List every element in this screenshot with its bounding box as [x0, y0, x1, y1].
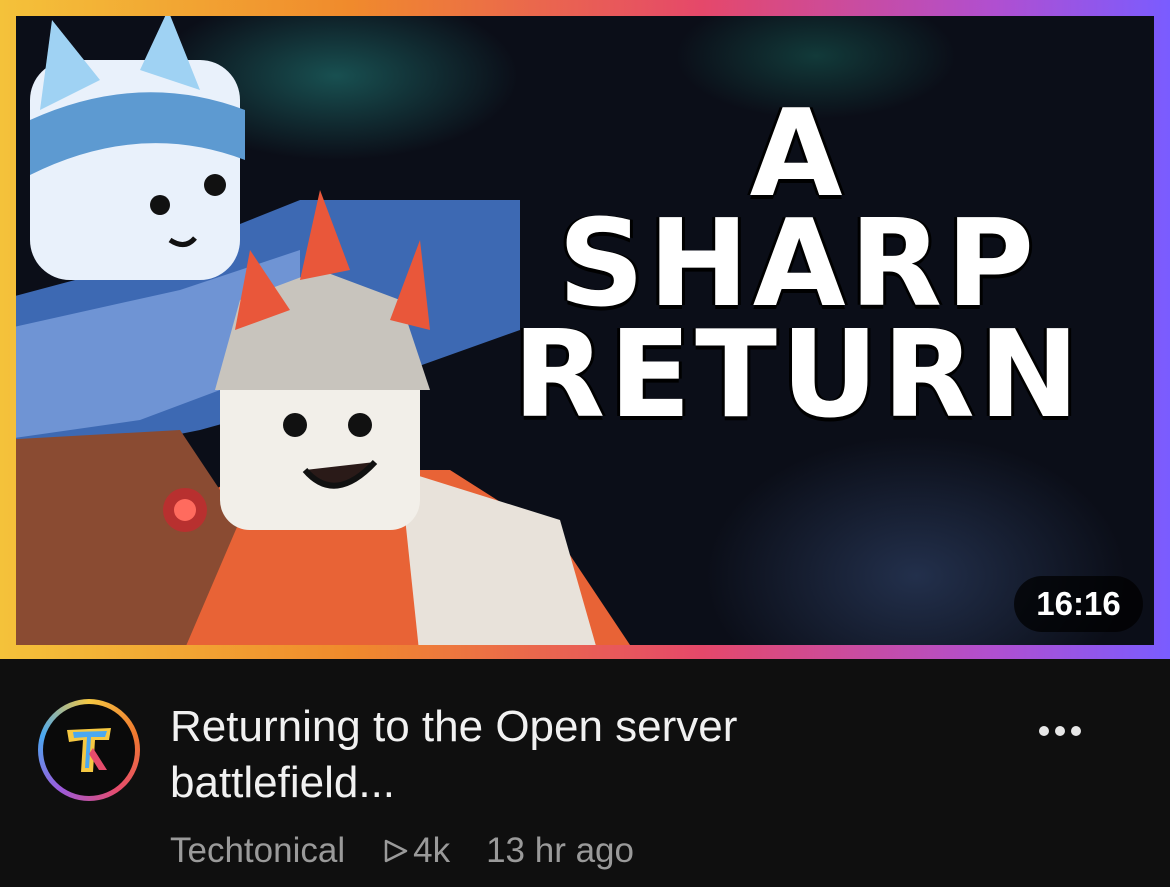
view-count: 4k [381, 831, 450, 871]
channel-logo-icon [67, 728, 111, 772]
thumbnail-headline-line: RETURN [512, 305, 1084, 445]
more-options-button[interactable] [1030, 711, 1090, 751]
duration-badge: 16:16 [1014, 576, 1143, 632]
more-options-icon [1071, 726, 1081, 736]
play-triangle-outline-icon [384, 839, 408, 863]
video-thumbnail[interactable]: A SHARP RETURN 16:16 [0, 0, 1170, 659]
thumbnail-image: A SHARP RETURN [16, 16, 1154, 645]
more-options-icon [1039, 726, 1049, 736]
video-info: Returning to the Open server battlefield… [0, 659, 1170, 887]
channel-name[interactable]: Techtonical [170, 831, 345, 871]
more-options-icon [1055, 726, 1065, 736]
video-metadata: Techtonical 4k 13 hr ago [170, 831, 634, 871]
video-title-line: battlefield... [170, 758, 396, 807]
thumbnail-headline-line: A [749, 85, 847, 224]
view-count-value: 4k [413, 831, 451, 870]
video-title[interactable]: Returning to the Open server battlefield… [170, 699, 930, 811]
channel-avatar[interactable] [38, 699, 140, 801]
video-title-line: Returning to the Open server [170, 702, 738, 751]
thumbnail-headline: A SHARP RETURN [478, 85, 1118, 445]
upload-age: 13 hr ago [486, 831, 634, 870]
thumbnail-headline-line: SHARP [557, 195, 1039, 335]
channel-logo [43, 704, 135, 796]
